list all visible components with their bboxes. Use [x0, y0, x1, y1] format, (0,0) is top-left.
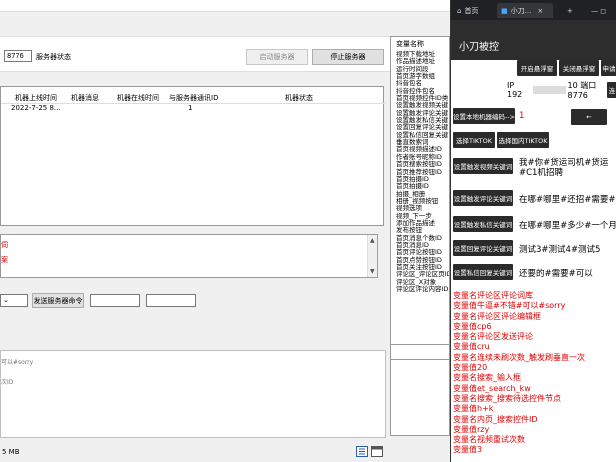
top-strip [0, 0, 450, 12]
close-floating-window-button[interactable]: 关闭悬浮窗 [559, 60, 599, 76]
col-header-comm-id: 与服务器通讯ID [169, 94, 219, 102]
variable-list[interactable]: 变量名称 视频下载地址 作品描述地址 运行时间段 首页游字数组 抖音包名 抖音控件包名 首页… [390, 36, 450, 436]
col-header-message: 机器消息 [71, 94, 99, 102]
ip-prefix: IP 192 [507, 81, 523, 99]
tab-app[interactable]: ■ 小刀... × [497, 3, 553, 18]
message-area[interactable]: 可以#sorry 次ID [0, 350, 386, 438]
dm-reply-keywords-value: 还要的#需要#可以 [519, 269, 593, 279]
variable-log-list: 变量名评论区评论词库 变量值牛逼#不错#可以#sorry 变量名评论区评论编辑框 变量… [453, 291, 616, 456]
variable-log-line: 变量名内页_搜索控件ID [453, 414, 538, 424]
variable-log-line: 变量名评论区发送评论 [453, 332, 533, 342]
variable-log-line: 变量名评论区评论词库 [453, 291, 533, 300]
scroll-up-icon[interactable]: ▲ [370, 237, 375, 244]
send-command-button[interactable]: 发送服务器命令 [32, 293, 84, 308]
ip-port-line: IP 192 10 端口 8776 连 [451, 81, 616, 100]
col-header-online-duration: 机器在线时间 [117, 94, 159, 102]
variable-value-box[interactable] [390, 344, 450, 360]
connect-button[interactable]: 连 [607, 82, 616, 98]
machine-code-value: 1 [519, 111, 525, 121]
table-cell-online-time[interactable]: 2022-7-25 8... [11, 104, 61, 112]
set-comment-keywords-button[interactable]: 设置触发评论关键词 [453, 190, 513, 206]
window-controls-icon[interactable]: — ◻ [587, 3, 615, 18]
set-video-keywords-button[interactable]: 设置触发视频关键词 [453, 158, 513, 174]
select-cn-tiktok-button[interactable]: 选择国内TIKTOK [497, 132, 549, 148]
new-tab-icon[interactable]: + [563, 3, 575, 18]
command-select[interactable]: ⌄ [0, 294, 28, 307]
server-status-label: 服务器状态 [36, 53, 71, 61]
variable-log-line: 变量名搜索_输入框 [453, 373, 521, 383]
home-icon: ⌂ [457, 6, 462, 15]
browser-tab-strip: ⌂ 首页 ■ 小刀... × + — ◻ [451, 0, 616, 20]
apply-button[interactable]: 申请 [601, 60, 616, 76]
dm-keywords-value: 在哪#哪里#多少#一个月# [519, 221, 616, 231]
message-text-1: 可以#sorry [1, 359, 34, 366]
variable-log-line: 变量名评论区评论编辑框 [453, 311, 541, 321]
variable-log-line: 变量值et_search_kw [453, 383, 531, 393]
command-input-1[interactable] [90, 294, 140, 307]
variable-log-line: 变量名搜索_搜索待选控件节点 [453, 393, 561, 403]
scroll-down-icon[interactable]: ▼ [370, 268, 375, 275]
variable-log-line: 变量值cp6 [453, 321, 492, 331]
list-icon[interactable] [356, 446, 368, 457]
variable-log-line: 变量名视频重试次数 [453, 435, 525, 445]
back-arrow-button[interactable]: ← [571, 109, 607, 125]
variable-log-line: 变量值rzy [453, 424, 490, 434]
log-line: 案 [1, 256, 8, 264]
message-text-2: 次ID [1, 379, 14, 386]
app-icon: ■ [501, 6, 508, 15]
variable-log-line: 变量值cru [453, 342, 490, 352]
screen: 8776 服务器状态 启动服务器 停止服务器 机器上线时间 机器消息 机器在线时… [0, 0, 616, 462]
video-keywords-value: 我#你#货运司机#货运#C1机招聘 [519, 158, 609, 178]
log-scrollbar[interactable]: ▲ ▼ [367, 235, 377, 277]
app-title: 小刀被控 [459, 42, 499, 53]
col-header-online-time: 机器上线时间 [15, 94, 57, 102]
tab-home[interactable]: ⌂ 首页 [453, 3, 493, 18]
variable-log-line: 变量值牛逼#不错#可以#sorry [453, 301, 566, 311]
set-dm-reply-keywords-button[interactable]: 设置私信回复关键词 [453, 264, 513, 280]
log-line: 伺 [1, 241, 8, 249]
variable-log-line: 变量值20 [453, 363, 488, 373]
chevron-down-icon: ⌄ [3, 296, 9, 304]
variable-items: 视频下载地址 作品描述地址 运行时间段 首页游字数组 抖音包名 抖音控件包名 首页视频控件I… [391, 50, 449, 293]
command-input-2[interactable] [146, 294, 196, 307]
comment-keywords-value: 在哪#哪里#还招#需要#多少 [519, 195, 616, 205]
close-tab-icon[interactable]: × [537, 7, 543, 15]
log-box[interactable]: 伺 案 ▲ ▼ [0, 234, 378, 278]
start-server-button[interactable]: 启动服务器 [246, 49, 308, 65]
set-machine-code-button[interactable]: 设置本地机器编码--> [453, 108, 515, 124]
table-cell-comm-id[interactable]: 1 [188, 104, 192, 112]
stop-server-button[interactable]: 停止服务器 [312, 49, 384, 65]
select-tiktok-button[interactable]: 选择TIKTOK [453, 132, 495, 148]
variable-list-header: 变量名称 [396, 40, 424, 48]
set-reply-comment-keywords-button[interactable]: 设置回复评论关键词 [453, 240, 513, 256]
variable-log-line: 变量名连续未刷次数_触发刷垂直一次 [453, 352, 585, 362]
variable-log-line: 变量值h+k [453, 404, 494, 414]
machine-table: 机器上线时间 机器消息 机器在线时间 与服务器通讯ID 机器状态 2022-7-… [0, 86, 385, 226]
port-input[interactable]: 8776 [4, 50, 32, 62]
status-bar: 5 MB [0, 444, 386, 462]
reply-comment-keywords-value: 测试3#测试4#测试5 [519, 245, 601, 255]
window-icon[interactable] [371, 446, 383, 457]
col-header-machine-status: 机器状态 [285, 94, 313, 102]
variable-log-line: 变量值3 [453, 445, 483, 455]
ip-redacted [532, 86, 566, 94]
variable-item[interactable]: 评论区评论内容ID [391, 285, 449, 293]
phone-window: ⌂ 首页 ■ 小刀... × + — ◻ 小刀被控 开启悬浮窗 关闭悬浮窗 申请 I… [450, 0, 616, 462]
set-dm-keywords-button[interactable]: 设置触发私信关键词 [453, 216, 513, 232]
open-floating-window-button[interactable]: 开启悬浮窗 [517, 60, 557, 76]
